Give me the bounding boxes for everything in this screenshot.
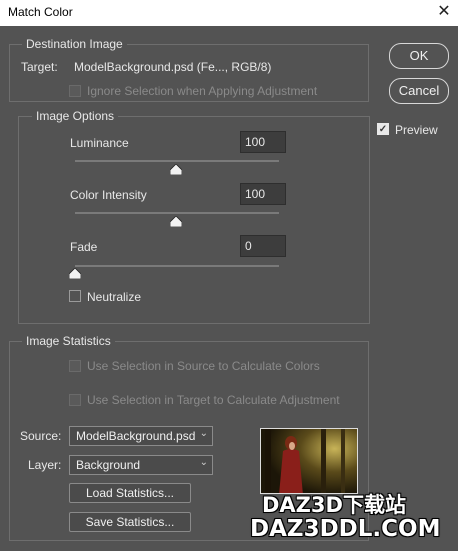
color-intensity-slider-track[interactable] xyxy=(75,212,279,214)
ignore-selection-label: Ignore Selection when Applying Adjustmen… xyxy=(87,84,318,98)
neutralize-checkbox[interactable] xyxy=(69,290,81,302)
image-statistics-title: Image Statistics xyxy=(22,334,115,348)
source-label: Source: xyxy=(20,429,62,443)
destination-image-title: Destination Image xyxy=(22,37,127,51)
fade-input[interactable]: 0 xyxy=(240,235,286,257)
load-statistics-label: Load Statistics... xyxy=(85,486,175,500)
layer-label: Layer: xyxy=(28,458,62,472)
layer-select[interactable]: Background ⌄ xyxy=(69,455,213,475)
luminance-value: 100 xyxy=(245,135,266,149)
cancel-label: Cancel xyxy=(398,83,440,98)
layer-value: Background xyxy=(76,458,141,472)
use-target-selection-label: Use Selection in Target to Calculate Adj… xyxy=(87,393,340,407)
fade-slider-track[interactable] xyxy=(75,265,279,267)
load-statistics-button[interactable]: Load Statistics... xyxy=(69,483,191,503)
use-source-selection-label: Use Selection in Source to Calculate Col… xyxy=(87,359,320,373)
preview-checkbox[interactable]: ✓ xyxy=(377,123,389,135)
luminance-input[interactable]: 100 xyxy=(240,131,286,153)
ok-button[interactable]: OK xyxy=(389,43,449,69)
fade-value: 0 xyxy=(245,239,252,253)
watermark-line1: DAZ3D下载站 xyxy=(262,493,406,517)
window-title: Match Color xyxy=(8,5,73,19)
neutralize-label: Neutralize xyxy=(87,290,142,304)
close-icon[interactable]: ✕ xyxy=(434,2,454,22)
watermark-line2: DAZ3DDL.COM xyxy=(250,516,441,542)
chevron-down-icon: ⌄ xyxy=(199,457,208,468)
ok-label: OK xyxy=(409,48,429,63)
check-icon: ✓ xyxy=(378,124,388,135)
color-intensity-input[interactable]: 100 xyxy=(240,183,286,205)
target-value: ModelBackground.psd (Fe..., RGB/8) xyxy=(74,60,272,74)
source-select[interactable]: ModelBackground.psd ⌄ xyxy=(69,426,213,446)
source-thumbnail xyxy=(260,428,358,494)
color-intensity-value: 100 xyxy=(245,187,266,201)
use-target-selection-checkbox xyxy=(69,394,81,406)
fade-label: Fade xyxy=(70,240,98,254)
save-statistics-button[interactable]: Save Statistics... xyxy=(69,512,191,532)
target-label: Target: xyxy=(21,60,58,74)
color-intensity-label: Color Intensity xyxy=(70,188,147,202)
chevron-down-icon: ⌄ xyxy=(199,428,208,439)
cancel-button[interactable]: Cancel xyxy=(389,78,449,104)
image-options-title: Image Options xyxy=(32,109,119,123)
save-statistics-label: Save Statistics... xyxy=(85,515,175,529)
ignore-selection-checkbox xyxy=(69,85,81,97)
use-source-selection-checkbox xyxy=(69,360,81,372)
source-value: ModelBackground.psd xyxy=(76,429,196,443)
luminance-slider-track[interactable] xyxy=(75,160,279,162)
luminance-label: Luminance xyxy=(70,136,129,150)
title-bar: Match Color ✕ xyxy=(0,0,458,26)
preview-label: Preview xyxy=(395,123,438,137)
